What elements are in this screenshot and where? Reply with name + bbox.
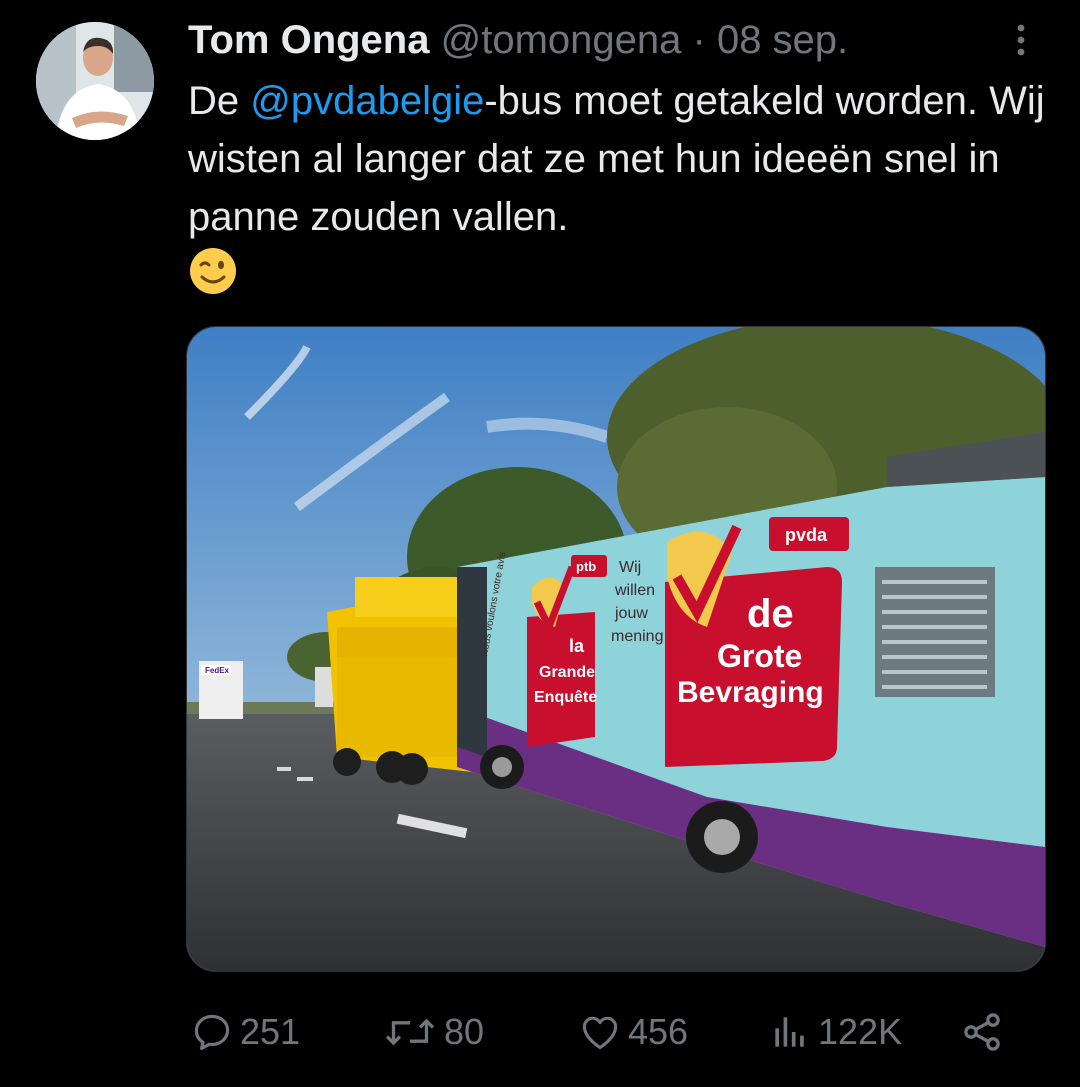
bus-text-nl-small-3: jouw: [614, 605, 648, 622]
retweet-icon: [385, 1018, 435, 1046]
retweet-count: 80: [444, 1011, 485, 1052]
reply-count: 251: [240, 1011, 301, 1052]
views-button[interactable]: 122K: [768, 1008, 902, 1056]
tweet-date[interactable]: 08 sep.: [717, 18, 848, 62]
more-options-button[interactable]: [1006, 20, 1036, 60]
header-separator: ·: [692, 18, 706, 62]
tweet-text: De @pvdabelgie-bus moet getakeld worden.…: [188, 72, 1048, 306]
tweet: Tom Ongena @tomongena · 08 sep. De @pvda…: [0, 0, 1080, 1087]
bus-text-fr-1: la: [569, 636, 585, 656]
views-count: 122K: [818, 1011, 903, 1052]
reply-button[interactable]: 251: [190, 1008, 300, 1056]
avatar[interactable]: [36, 22, 154, 140]
retweet-button[interactable]: 80: [382, 1008, 484, 1056]
bus-text-nl-2: Grote: [717, 638, 802, 674]
tweet-text-start: De: [188, 79, 251, 123]
share-button[interactable]: [960, 1008, 1010, 1056]
bus-text-nl-3: Bevraging: [677, 676, 824, 709]
tweet-actions: 251 80 456 122K: [186, 1000, 1044, 1064]
reply-icon: [194, 1014, 230, 1051]
more-vertical-icon: [1017, 24, 1025, 56]
bus-text-fr-2: Grande: [539, 664, 595, 681]
avatar-image: [36, 22, 154, 140]
fedex-label: FedEx: [205, 666, 230, 675]
like-button[interactable]: 456: [578, 1008, 688, 1056]
bus-text-nl-small-4: mening: [611, 628, 663, 645]
bus-text-nl-small-2: willen: [614, 582, 655, 599]
author-name[interactable]: Tom Ongena: [188, 18, 429, 62]
bus-text-nl-1: de: [747, 592, 794, 636]
photo-bus-towed: FedEx de Grote Bevraging Wij willen jouw…: [187, 327, 1045, 971]
winking-face-icon: [188, 246, 238, 296]
author-handle[interactable]: @tomongena: [441, 18, 682, 62]
tweet-photo[interactable]: FedEx de Grote Bevraging Wij willen jouw…: [186, 326, 1046, 972]
share-icon: [964, 1013, 1000, 1051]
heart-icon: [582, 1016, 618, 1050]
bus-logo-pvda: pvda: [785, 525, 828, 545]
bus-text-fr-3: Enquête: [534, 689, 597, 706]
like-count: 456: [628, 1011, 689, 1052]
views-icon: [775, 1017, 804, 1047]
bus-text-nl-small-1: Wij: [619, 559, 641, 576]
tweet-header: Tom Ongena @tomongena · 08 sep.: [188, 14, 848, 66]
bus-logo-ptb: ptb: [576, 559, 596, 574]
mention-link[interactable]: @pvdabelgie: [250, 79, 484, 123]
